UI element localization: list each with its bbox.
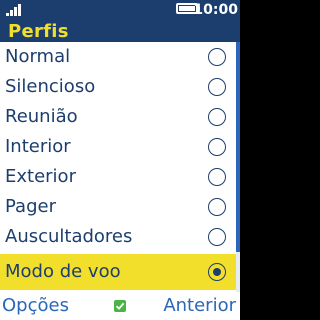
profile-label: Exterior <box>5 166 76 187</box>
profile-item-modo-de-voo[interactable]: Modo de voo <box>0 254 236 290</box>
profile-label: Pager <box>5 196 56 217</box>
profile-label: Auscultadores <box>5 226 133 247</box>
profile-item-exterior[interactable]: Exterior <box>0 162 236 192</box>
radio-button-selected[interactable] <box>208 263 226 281</box>
radio-button[interactable] <box>208 78 226 96</box>
radio-button[interactable] <box>208 108 226 126</box>
softkey-bar: Opções Anterior <box>0 292 240 320</box>
title-bar: Perfis <box>0 20 240 42</box>
profile-item-interior[interactable]: Interior <box>0 132 236 162</box>
profile-item-silencioso[interactable]: Silencioso <box>0 72 236 102</box>
clock: 10:00 <box>193 2 238 18</box>
radio-button[interactable] <box>208 138 226 156</box>
radio-button[interactable] <box>208 168 226 186</box>
signal-strength-icon <box>6 4 24 16</box>
profile-label: Normal <box>5 46 71 67</box>
phone-screen: 10:00 Perfis Normal Silencioso Reunião I… <box>0 0 240 320</box>
profile-item-pager[interactable]: Pager <box>0 192 236 222</box>
ok-check-icon[interactable] <box>114 300 126 312</box>
radio-selected-dot <box>212 267 221 276</box>
profile-item-reuniao[interactable]: Reunião <box>0 102 236 132</box>
radio-button[interactable] <box>208 198 226 216</box>
profile-list: Normal Silencioso Reunião Interior Exter… <box>0 42 240 292</box>
page-title: Perfis <box>8 21 69 42</box>
scrollbar[interactable] <box>236 42 240 292</box>
back-softkey[interactable]: Anterior <box>163 292 236 320</box>
profile-label: Reunião <box>5 106 78 127</box>
radio-button[interactable] <box>208 228 226 246</box>
radio-button[interactable] <box>208 48 226 66</box>
options-softkey[interactable]: Opções <box>2 292 69 320</box>
profile-item-normal[interactable]: Normal <box>0 42 236 72</box>
scrollbar-thumb[interactable] <box>236 42 240 252</box>
profile-label: Silencioso <box>5 76 96 97</box>
status-bar: 10:00 <box>0 0 240 20</box>
profile-label: Modo de voo <box>5 261 121 282</box>
profile-label: Interior <box>5 136 71 157</box>
profile-item-auscultadores[interactable]: Auscultadores <box>0 222 236 252</box>
